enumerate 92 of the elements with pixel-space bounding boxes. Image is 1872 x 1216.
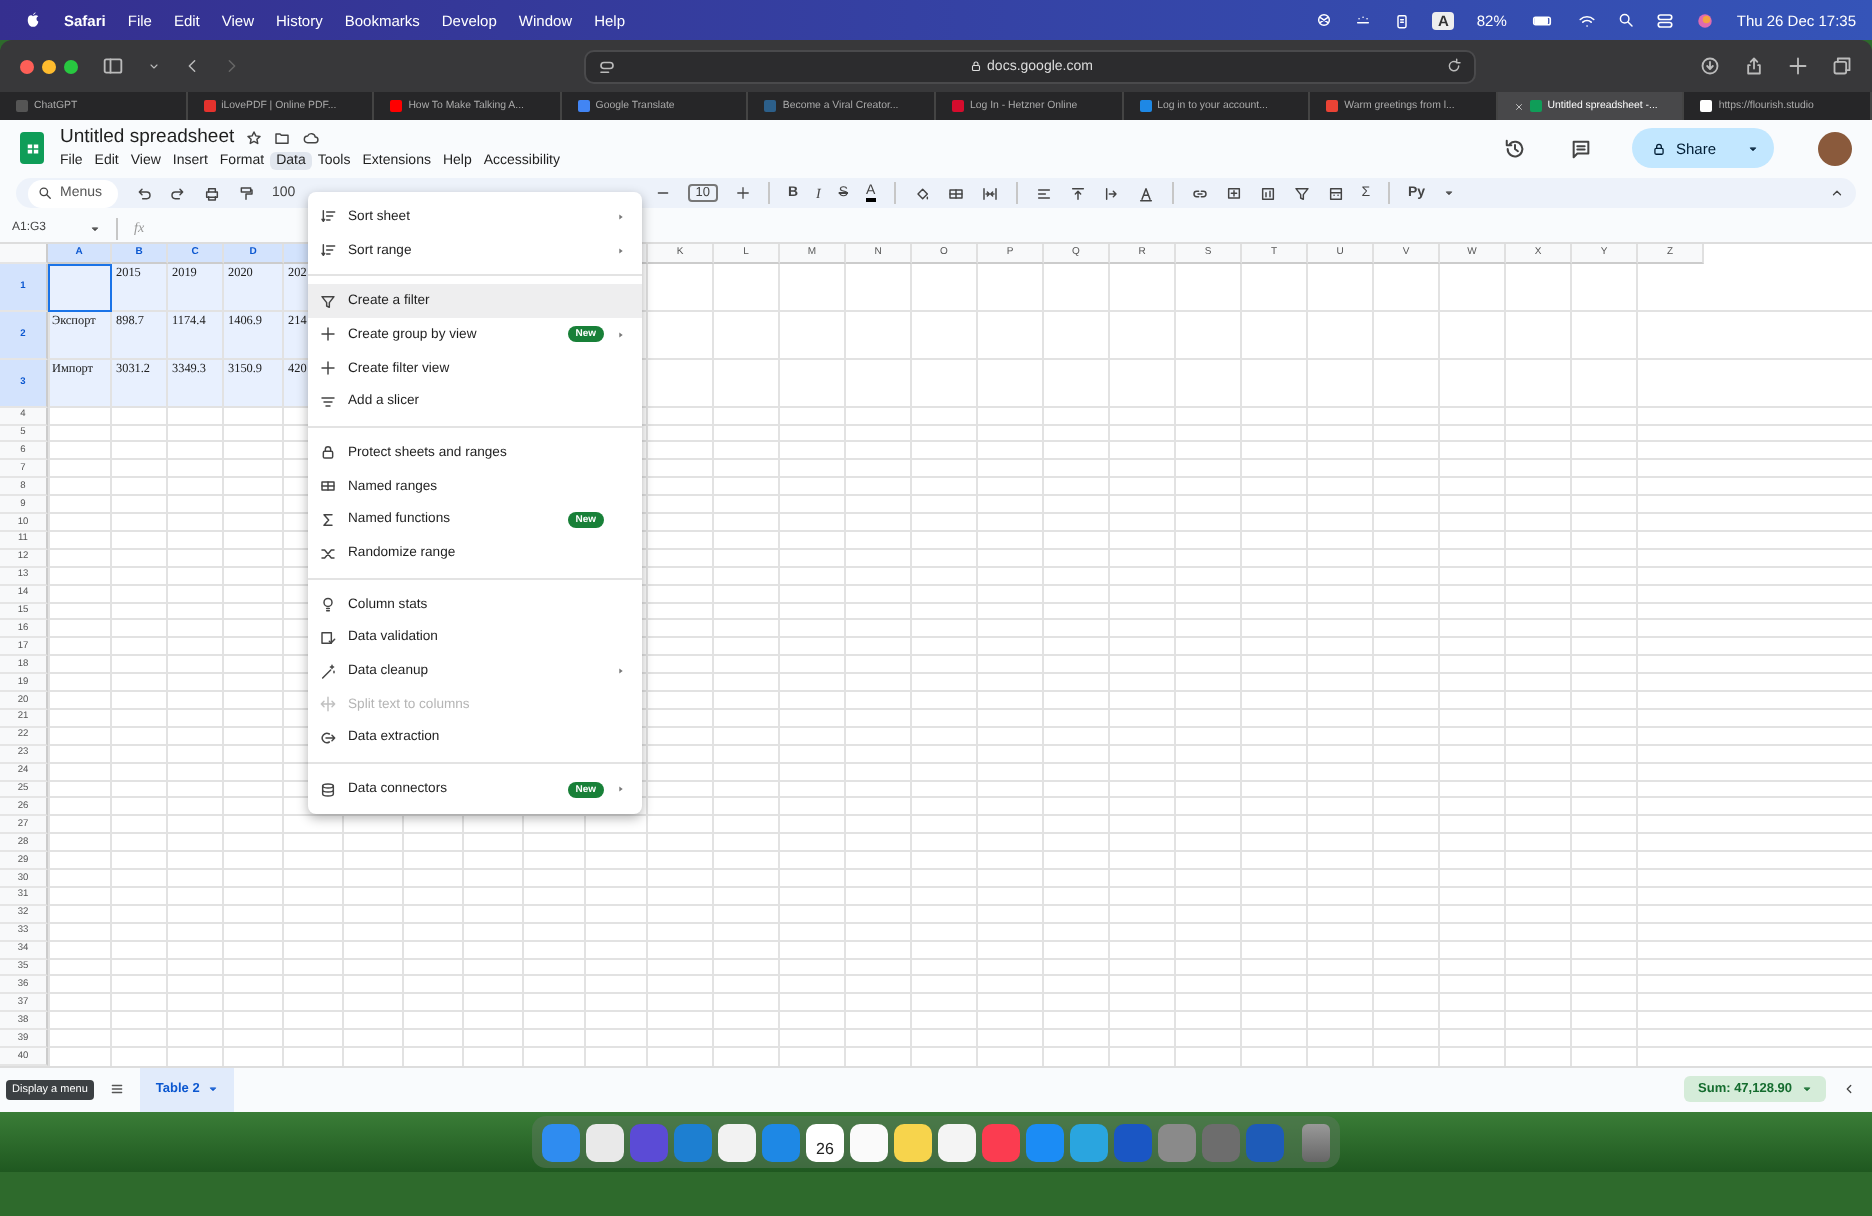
apple-icon[interactable] xyxy=(24,10,42,30)
calendar-date: 26 xyxy=(816,1141,834,1161)
search-icon[interactable] xyxy=(1618,12,1635,28)
close-icon[interactable] xyxy=(1513,101,1524,111)
link-icon[interactable] xyxy=(1191,185,1208,202)
caret-icon[interactable] xyxy=(148,60,160,72)
redo-icon[interactable] xyxy=(170,185,187,202)
reload-icon[interactable] xyxy=(1446,58,1462,74)
borders-icon[interactable] xyxy=(947,185,964,202)
control-center-icon[interactable] xyxy=(1656,11,1675,29)
menu-icon[interactable] xyxy=(109,1082,124,1097)
folder-icon[interactable] xyxy=(274,129,291,146)
caret-icon xyxy=(1802,1084,1812,1095)
app-icon[interactable] xyxy=(586,1123,624,1161)
sort-icon xyxy=(320,208,336,225)
rotate-icon[interactable] xyxy=(1137,185,1154,202)
wand-icon xyxy=(320,663,336,680)
download-icon[interactable] xyxy=(1700,56,1720,76)
active-cell[interactable] xyxy=(48,263,112,312)
split-icon xyxy=(320,696,336,713)
plus-icon xyxy=(320,360,336,377)
sigma-icon xyxy=(320,511,336,528)
plus-icon xyxy=(320,326,336,343)
tabs-icon[interactable] xyxy=(1832,56,1852,76)
filter-icon xyxy=(320,293,336,310)
collapse-icon[interactable] xyxy=(1830,186,1844,201)
sidebar-icon[interactable] xyxy=(102,56,124,76)
favicon-icon xyxy=(1700,100,1713,112)
favicon-icon xyxy=(764,100,777,112)
app-icon[interactable] xyxy=(894,1123,932,1161)
table-icon xyxy=(320,478,336,495)
search-icon xyxy=(38,186,52,201)
close-button[interactable] xyxy=(20,59,34,73)
favicon-icon xyxy=(16,100,28,112)
plus-icon[interactable] xyxy=(1788,56,1808,76)
app-icon[interactable] xyxy=(850,1123,888,1161)
paint-format-icon[interactable] xyxy=(238,185,255,202)
undo-icon[interactable] xyxy=(136,185,153,202)
dots-icon[interactable] xyxy=(1353,12,1372,28)
functions-icon[interactable] xyxy=(1327,185,1344,202)
cloud-icon[interactable] xyxy=(302,129,321,146)
favicon-icon xyxy=(577,100,590,112)
collapse-icon[interactable] xyxy=(1842,1082,1856,1097)
favicon-icon xyxy=(951,100,964,112)
page-menu-icon[interactable] xyxy=(598,57,616,75)
database-icon xyxy=(320,781,336,798)
minimize-button[interactable] xyxy=(42,59,56,73)
shuffle-icon xyxy=(320,545,336,562)
back-icon[interactable] xyxy=(184,56,200,76)
zoom-button[interactable] xyxy=(64,59,78,73)
app-icon[interactable] xyxy=(938,1123,976,1161)
add-comment-icon[interactable] xyxy=(1225,185,1242,202)
clipboard-icon[interactable] xyxy=(1393,11,1410,29)
knot-icon[interactable] xyxy=(1315,12,1332,28)
lightbulb-icon xyxy=(320,596,336,613)
lock-icon xyxy=(1651,141,1666,156)
align-icon[interactable] xyxy=(1035,185,1052,202)
caret-icon xyxy=(90,223,100,234)
app-icon[interactable] xyxy=(718,1123,756,1161)
star-icon[interactable] xyxy=(246,129,263,146)
lock-icon xyxy=(320,444,336,461)
sheets-logo-icon[interactable] xyxy=(20,132,44,165)
favicon-icon xyxy=(1139,100,1152,112)
caret-icon xyxy=(1748,143,1758,154)
wrap-icon[interactable] xyxy=(1103,185,1120,202)
validation-icon xyxy=(320,629,336,646)
vertical-align-icon[interactable] xyxy=(1069,185,1086,202)
print-icon[interactable] xyxy=(204,185,221,202)
caret-icon xyxy=(207,1084,218,1095)
caret-icon[interactable] xyxy=(1443,188,1454,199)
slicer-icon xyxy=(320,393,336,410)
avatar[interactable] xyxy=(1818,131,1852,166)
document-title[interactable]: Untitled spreadsheet xyxy=(60,126,235,149)
favicon-icon xyxy=(390,100,403,112)
favicon-icon xyxy=(1326,100,1339,112)
calendar-icon[interactable]: 26 xyxy=(806,1123,844,1161)
history-icon[interactable] xyxy=(1503,137,1526,160)
wifi-icon[interactable] xyxy=(1578,11,1597,29)
merge-icon[interactable] xyxy=(981,185,998,202)
plus-icon[interactable] xyxy=(735,186,750,201)
sort-icon xyxy=(320,242,336,259)
favicon-icon xyxy=(203,100,216,112)
export-icon xyxy=(320,729,336,746)
filter-icon[interactable] xyxy=(1293,185,1310,202)
favicon-icon xyxy=(1529,100,1542,112)
comment-icon[interactable] xyxy=(1569,137,1592,160)
lock-icon xyxy=(969,60,982,72)
battery-icon[interactable] xyxy=(1528,11,1557,29)
chart-icon[interactable] xyxy=(1259,185,1276,202)
share-icon[interactable] xyxy=(1744,56,1764,76)
orb-icon[interactable] xyxy=(1696,11,1715,29)
fill-color-icon[interactable] xyxy=(913,185,930,202)
